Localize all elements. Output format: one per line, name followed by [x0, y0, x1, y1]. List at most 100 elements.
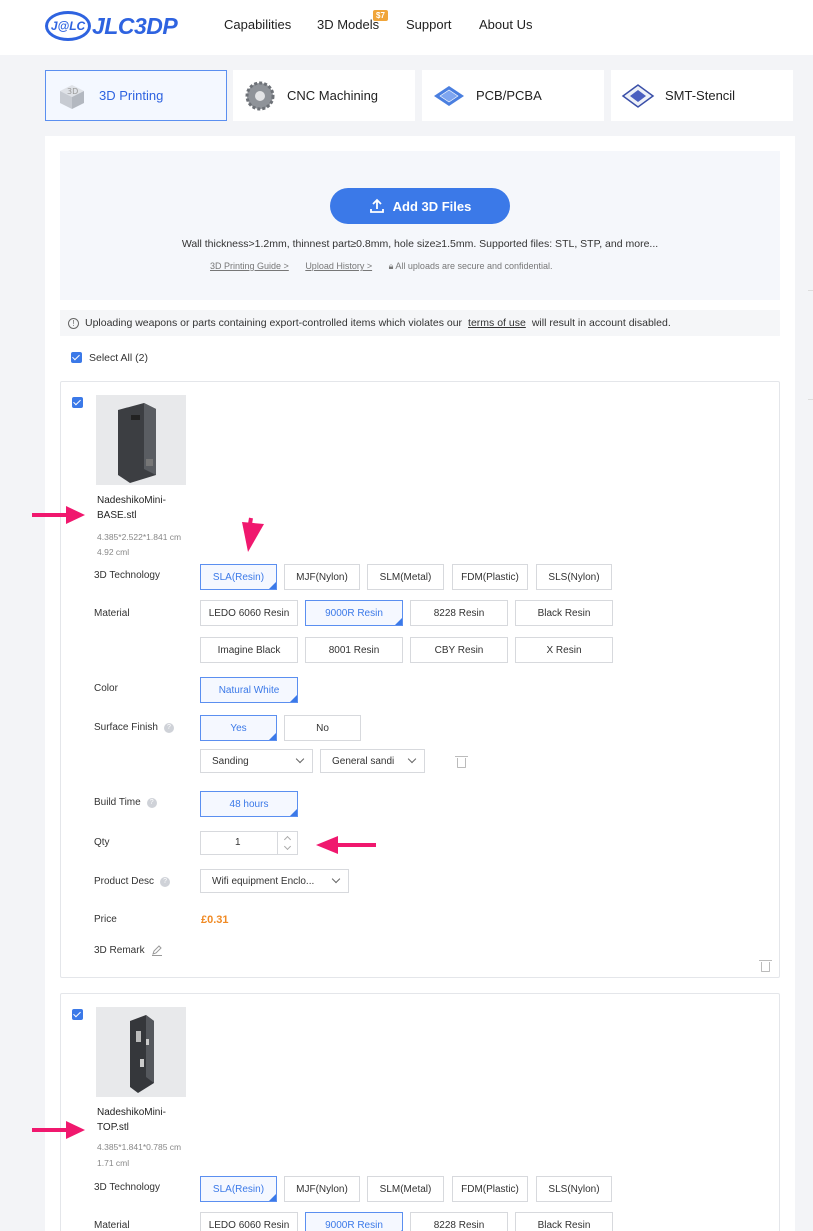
finish-detail-dropdown[interactable]: General sandi — [320, 749, 425, 773]
material-option[interactable]: 8001 Resin — [305, 637, 403, 663]
surface-finish-text: Surface Finish — [94, 722, 158, 733]
gear-icon — [243, 79, 277, 113]
build-time-text: Build Time — [94, 797, 141, 808]
part-dimensions: 4.385*2.522*1.841 cm — [97, 532, 182, 542]
delete-finish-icon[interactable] — [455, 756, 468, 768]
nav-about-us[interactable]: About Us — [479, 17, 532, 32]
finish-detail-value: General sandi — [332, 755, 395, 767]
tab-pcb-pcba[interactable]: PCB/PCBA — [422, 70, 604, 121]
tab-smt-stencil[interactable]: SMT-Stencil — [611, 70, 793, 121]
3d-printing-icon: 3D — [55, 79, 89, 113]
upload-area[interactable]: Add 3D Files Wall thickness>1.2mm, thinn… — [60, 151, 780, 300]
remark-label: 3D Remark — [94, 944, 163, 956]
tech-option-sla[interactable]: SLA(Resin) — [200, 1176, 277, 1202]
color-option-natural-white[interactable]: Natural White — [200, 677, 298, 703]
qty-value: 1 — [235, 837, 241, 848]
part-card: NadeshikoMini- TOP.stl 4.385*1.841*0.785… — [60, 993, 780, 1231]
export-control-notice: ! Uploading weapons or parts containing … — [60, 310, 780, 336]
product-desc-value: Wifi equipment Enclo... — [212, 875, 315, 887]
nav-support[interactable]: Support — [406, 17, 452, 32]
tech-option-fdm[interactable]: FDM(Plastic) — [452, 564, 528, 590]
color-label: Color — [94, 683, 118, 694]
filename-line-2: TOP.stl — [97, 1122, 129, 1133]
annotation-arrow-right — [32, 506, 85, 524]
material-option-selected[interactable]: 9000R Resin — [305, 600, 403, 626]
tech-option-sls[interactable]: SLS(Nylon) — [536, 1176, 612, 1202]
info-icon: ! — [68, 317, 79, 329]
logo-badge: J@LC — [45, 11, 91, 41]
material-option[interactable]: 8228 Resin — [410, 1212, 508, 1231]
tech-label: 3D Technology — [94, 1182, 160, 1193]
qty-steps — [277, 832, 297, 854]
tab-pcb-pcba-label: PCB/PCBA — [476, 88, 542, 103]
tech-option-mjf[interactable]: MJF(Nylon) — [284, 564, 360, 590]
logo-text: JLC3DP — [92, 12, 178, 39]
tech-label: 3D Technology — [94, 570, 160, 581]
material-option[interactable]: LEDO 6060 Resin — [200, 600, 298, 626]
filename-line-2: BASE.stl — [97, 510, 137, 521]
material-option[interactable]: Imagine Black — [200, 637, 298, 663]
price-label: Price — [94, 914, 117, 925]
nav-capabilities[interactable]: Capabilities — [224, 17, 291, 32]
material-label: Material — [94, 1220, 130, 1231]
tab-cnc-machining-label: CNC Machining — [287, 88, 379, 103]
material-option[interactable]: CBY Resin — [410, 637, 508, 663]
terms-of-use-link[interactable]: terms of use — [468, 317, 526, 329]
tab-cnc-machining[interactable]: CNC Machining — [233, 70, 415, 121]
annotation-arrow-right — [32, 1121, 85, 1139]
checkbox-checked[interactable] — [71, 352, 82, 363]
part-volume: 4.92 cml — [97, 547, 130, 557]
filename-line-1: NadeshikoMini- — [97, 1107, 166, 1118]
qty-decrement-icon[interactable] — [283, 842, 292, 851]
tech-option-mjf[interactable]: MJF(Nylon) — [284, 1176, 360, 1202]
annotation-arrow-down — [242, 517, 264, 552]
select-all-label: Select All (2) — [89, 352, 148, 364]
tech-option-sla[interactable]: SLA(Resin) — [200, 564, 277, 590]
part-preview-image[interactable] — [96, 395, 186, 485]
chevron-down-icon — [295, 754, 305, 764]
delete-part-icon[interactable] — [759, 960, 772, 972]
material-option[interactable]: LEDO 6060 Resin — [200, 1212, 298, 1231]
upload-links: 3D Printing Guide > Upload History > 🔒︎ … — [210, 261, 553, 272]
surface-finish-no[interactable]: No — [284, 715, 361, 741]
material-option-selected[interactable]: 9000R Resin — [305, 1212, 403, 1231]
material-option[interactable]: X Resin — [515, 637, 613, 663]
jlc3dp-logo[interactable]: J@LC JLC3DP — [45, 10, 178, 42]
tab-3d-printing[interactable]: 3D 3D Printing — [45, 70, 227, 121]
stencil-icon — [621, 79, 655, 113]
part-checkbox[interactable] — [72, 1009, 83, 1020]
part-preview-image[interactable] — [96, 1007, 186, 1097]
side-widget-edge — [808, 290, 813, 400]
product-desc-text: Product Desc — [94, 876, 155, 887]
tech-option-slm[interactable]: SLM(Metal) — [367, 1176, 444, 1202]
product-desc-dropdown[interactable]: Wifi equipment Enclo... — [200, 869, 349, 893]
help-icon[interactable]: ? — [146, 797, 157, 808]
material-option[interactable]: Black Resin — [515, 1212, 613, 1231]
finish-type-value: Sanding — [212, 755, 249, 767]
part-checkbox[interactable] — [72, 397, 83, 408]
quantity-stepper[interactable]: 1 — [200, 831, 298, 855]
add-3d-files-button[interactable]: Add 3D Files — [330, 188, 510, 224]
tech-option-sls[interactable]: SLS(Nylon) — [536, 564, 612, 590]
build-time-option[interactable]: 48 hours — [200, 791, 298, 817]
surface-finish-yes[interactable]: Yes — [200, 715, 277, 741]
tech-option-fdm[interactable]: FDM(Plastic) — [452, 1176, 528, 1202]
finish-type-dropdown[interactable]: Sanding — [200, 749, 313, 773]
part-dimensions: 4.385*1.841*0.785 cm — [97, 1142, 182, 1152]
nav-3d-models[interactable]: 3D Models $7 — [317, 10, 388, 32]
3d-printing-guide-link[interactable]: 3D Printing Guide > — [210, 261, 289, 271]
material-option[interactable]: Black Resin — [515, 600, 613, 626]
order-panel: Add 3D Files Wall thickness>1.2mm, thinn… — [45, 136, 795, 1231]
chevron-down-icon — [407, 754, 417, 764]
tech-option-slm[interactable]: SLM(Metal) — [367, 564, 444, 590]
annotation-arrow-left — [316, 836, 376, 854]
upload-history-link[interactable]: Upload History > — [305, 261, 372, 271]
build-time-label: Build Time ? — [94, 797, 157, 808]
help-icon[interactable]: ? — [160, 876, 171, 887]
material-option[interactable]: 8228 Resin — [410, 600, 508, 626]
notice-text-before: Uploading weapons or parts containing ex… — [85, 317, 463, 329]
part-price: £0.31 — [201, 914, 229, 926]
help-icon[interactable]: ? — [163, 722, 174, 733]
price-badge: $7 — [373, 10, 388, 21]
edit-icon[interactable] — [151, 944, 163, 956]
